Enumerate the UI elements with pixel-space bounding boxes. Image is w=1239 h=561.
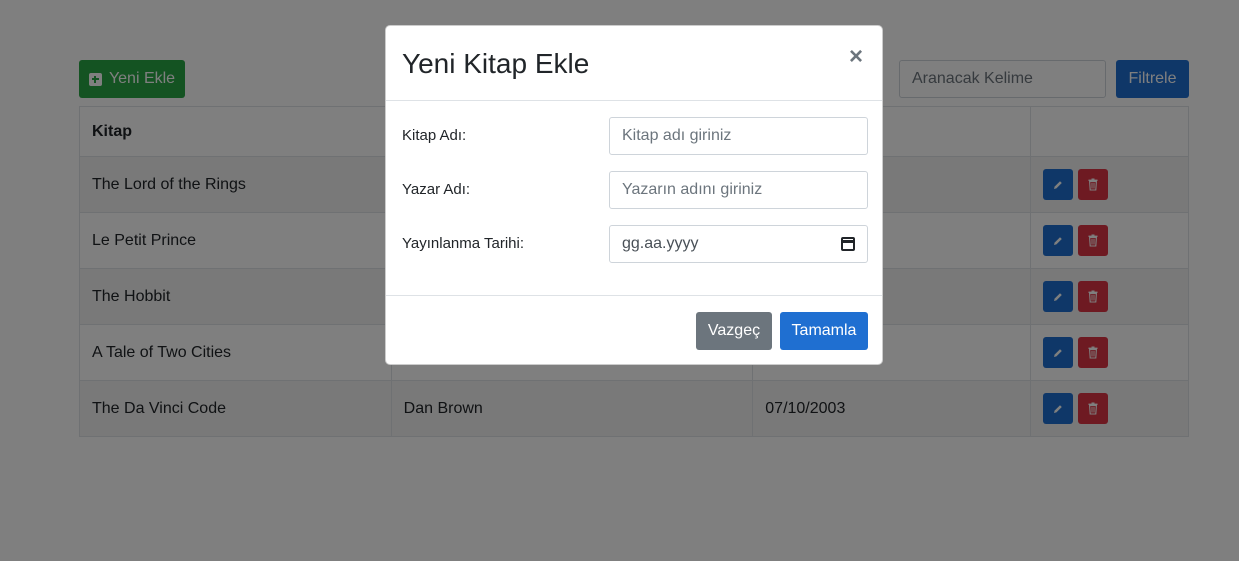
author-name-label: Yazar Adı:: [402, 181, 471, 198]
author-name-input[interactable]: [609, 171, 868, 209]
form-row-publish-date: Yayınlanma Tarihi: gg.aa.yyyy: [402, 225, 868, 263]
book-name-input[interactable]: [609, 117, 868, 155]
publish-date-input[interactable]: gg.aa.yyyy: [609, 225, 868, 263]
form-row-author-name: Yazar Adı:: [402, 171, 868, 209]
cancel-button[interactable]: Vazgeç: [696, 312, 772, 350]
complete-button[interactable]: Tamamla: [780, 312, 868, 350]
modal-header: Yeni Kitap Ekle ×: [386, 26, 882, 101]
modal-footer: Vazgeç Tamamla: [386, 296, 882, 364]
modal-body: Kitap Adı: Yazar Adı: Yayınlanma Tarihi:…: [386, 101, 882, 296]
form-row-book-name: Kitap Adı:: [402, 117, 868, 155]
close-icon[interactable]: ×: [846, 44, 866, 70]
book-name-label: Kitap Adı:: [402, 127, 467, 144]
page: Yeni Ekle Filtrele Kitap hi The Lord of …: [0, 0, 1239, 561]
modal-title: Yeni Kitap Ekle: [402, 48, 590, 79]
publish-date-value: gg.aa.yyyy: [622, 235, 699, 252]
calendar-icon[interactable]: [841, 237, 855, 251]
add-book-modal: Yeni Kitap Ekle × Kitap Adı: Yazar Adı: …: [385, 25, 883, 365]
publish-date-label: Yayınlanma Tarihi:: [402, 235, 525, 252]
